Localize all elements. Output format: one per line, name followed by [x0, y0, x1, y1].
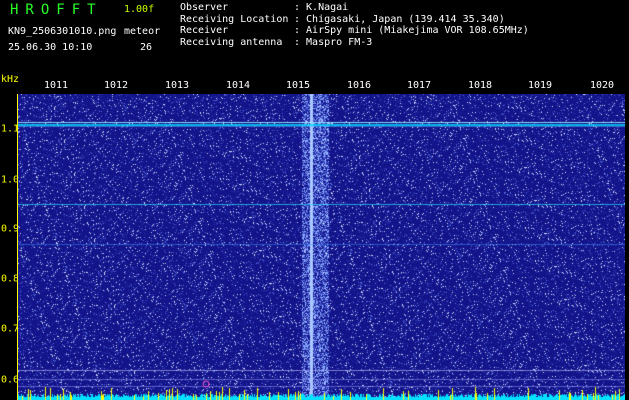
info-value: : Chigasaki, Japan (139.414 35.340)	[294, 13, 505, 25]
info-key: Receiver	[180, 25, 229, 36]
station-info: Observer : K.Nagai Receiving Location : …	[180, 2, 529, 48]
freq-tick-label: 1011	[43, 80, 69, 91]
freq-tick-label: 1012	[103, 80, 129, 91]
time-axis: 1.1 1.0 0.9 0.8 0.7 0.6	[0, 94, 19, 400]
info-key: Observer	[180, 2, 229, 13]
freq-tick-label: 1017	[406, 80, 432, 91]
info-value: : K.Nagai	[294, 2, 349, 13]
spectrogram-waterfall	[18, 94, 625, 400]
observation-datetime: 25.06.30 10:10	[8, 42, 93, 53]
freq-tick-label: 1020	[589, 80, 615, 91]
info-observer: Observer : K.Nagai	[180, 2, 529, 14]
info-value: : AirSpy mini (Miakejima VOR 108.65MHz)	[294, 25, 529, 36]
freq-tick-label: 1019	[527, 80, 553, 91]
meteor-label: meteor	[124, 26, 161, 37]
freq-tick-label: 1016	[346, 80, 372, 91]
info-antenna: Receiving antenna : Maspro FM-3	[180, 37, 529, 49]
app-version: 1.00f	[124, 4, 155, 15]
freq-tick-label: 1015	[285, 80, 311, 91]
hrofft-window: HROFFT 1.00f KN9_2506301010.png meteor 2…	[0, 0, 629, 400]
freq-tick-label: 1013	[164, 80, 190, 91]
spectrogram-canvas	[18, 94, 625, 400]
app-title: HROFFT	[10, 2, 103, 18]
freq-tick-label: 1018	[467, 80, 493, 91]
freq-tick-label: 1014	[225, 80, 251, 91]
info-receiver: Receiver : AirSpy mini (Miakejima VOR 10…	[180, 25, 529, 37]
info-key: Receiving antenna	[180, 36, 283, 48]
info-location: Receiving Location : Chigasaki, Japan (1…	[180, 14, 529, 26]
info-key: Receiving Location	[180, 13, 289, 25]
y-axis-unit: kHz	[1, 74, 20, 85]
info-value: : Maspro FM-3	[294, 36, 373, 48]
meteor-count: 26	[140, 42, 153, 53]
frequency-axis: 1011 1012 1013 1014 1015 1016 1017 1018 …	[18, 80, 629, 94]
image-filename: KN9_2506301010.png	[8, 26, 117, 37]
